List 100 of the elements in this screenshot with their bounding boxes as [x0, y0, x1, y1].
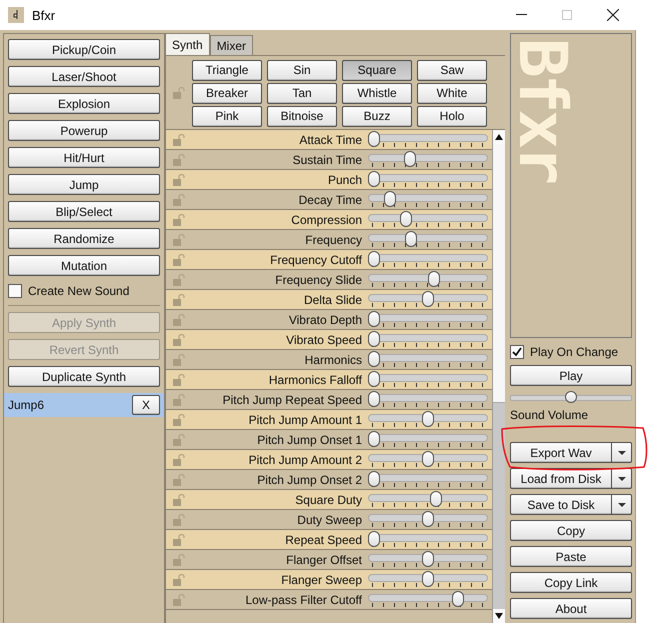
slider-thumb[interactable]: [422, 570, 434, 586]
slider[interactable]: [368, 170, 488, 188]
waveform-button[interactable]: Breaker: [192, 82, 262, 104]
slider[interactable]: [368, 510, 488, 528]
tab[interactable]: Synth: [165, 33, 210, 55]
slider-thumb[interactable]: [368, 390, 380, 406]
slider-thumb[interactable]: [422, 550, 434, 566]
waveform-button[interactable]: Tan: [267, 82, 337, 104]
slider[interactable]: [368, 590, 488, 608]
waveform-button[interactable]: Triangle: [192, 60, 262, 80]
waveform-button[interactable]: Sin: [267, 60, 337, 80]
slider[interactable]: [368, 410, 488, 428]
scroll-down-icon[interactable]: [495, 613, 504, 619]
action-button[interactable]: About: [510, 598, 632, 619]
slider-thumb[interactable]: [430, 490, 442, 506]
slider-thumb[interactable]: [368, 430, 380, 446]
action-button[interactable]: Load from Disk: [510, 468, 612, 489]
caret-icon: [618, 476, 626, 480]
slider-thumb[interactable]: [565, 391, 577, 403]
slider-thumb[interactable]: [452, 590, 464, 606]
generator-button[interactable]: Jump: [8, 174, 160, 195]
waveform-button[interactable]: Holo: [417, 106, 487, 126]
action-button[interactable]: Export Wav: [510, 442, 612, 463]
slider-thumb[interactable]: [368, 530, 380, 546]
generator-button[interactable]: Randomize: [8, 228, 160, 249]
slider[interactable]: [368, 210, 488, 228]
waveform-button[interactable]: Square: [342, 60, 412, 80]
synth-button[interactable]: Duplicate Synth: [8, 366, 160, 387]
generator-button[interactable]: Blip/Select: [8, 201, 160, 222]
slider-thumb[interactable]: [368, 330, 380, 346]
waveform-button[interactable]: Pink: [192, 106, 262, 126]
checkbox[interactable]: [510, 344, 524, 358]
slider[interactable]: [368, 250, 488, 268]
slider-thumb[interactable]: [428, 270, 440, 286]
slider[interactable]: [368, 390, 488, 408]
slider-thumb[interactable]: [404, 230, 417, 246]
waveform-button[interactable]: Whistle: [342, 82, 412, 104]
volume-slider[interactable]: [510, 391, 632, 403]
slider-thumb[interactable]: [368, 470, 380, 486]
slider[interactable]: [368, 190, 488, 208]
waveform-button[interactable]: White: [417, 82, 487, 104]
slider[interactable]: [368, 450, 488, 468]
slider[interactable]: [368, 430, 488, 448]
slider-thumb[interactable]: [404, 150, 416, 166]
sound-list-item[interactable]: Jump6 X: [4, 393, 164, 417]
generator-button[interactable]: Pickup/Coin: [8, 39, 160, 60]
slider[interactable]: [368, 490, 488, 508]
slider-thumb[interactable]: [422, 510, 434, 526]
dropdown-button[interactable]: [612, 494, 632, 515]
slider-thumb[interactable]: [368, 170, 380, 186]
parameter-label: Pitch Jump Repeat Speed: [222, 392, 362, 406]
slider[interactable]: [368, 230, 488, 248]
slider[interactable]: [368, 350, 488, 368]
action-button[interactable]: Save to Disk: [510, 494, 612, 515]
waveform-button[interactable]: Saw: [417, 60, 487, 80]
parameter-label: Vibrato Speed: [285, 332, 362, 346]
slider[interactable]: [368, 570, 488, 588]
dropdown-button[interactable]: [612, 442, 632, 463]
slider-thumb[interactable]: [368, 130, 380, 146]
delete-button[interactable]: X: [132, 395, 160, 415]
slider[interactable]: [368, 290, 488, 308]
checkbox[interactable]: [8, 284, 22, 298]
action-button[interactable]: Copy: [510, 520, 632, 541]
slider[interactable]: [368, 370, 488, 388]
slider-thumb[interactable]: [368, 370, 380, 386]
slider-thumb[interactable]: [384, 190, 396, 206]
slider-thumb[interactable]: [368, 350, 380, 366]
waveform-button[interactable]: Buzz: [342, 106, 412, 126]
slider-thumb[interactable]: [422, 290, 434, 306]
tab[interactable]: Mixer: [210, 35, 254, 55]
generator-button[interactable]: Hit/Hurt: [8, 147, 160, 168]
scrollbar[interactable]: [492, 130, 505, 623]
slider[interactable]: [368, 270, 488, 288]
play-button[interactable]: Play: [510, 365, 632, 386]
slider[interactable]: [368, 130, 488, 148]
slider-thumb[interactable]: [422, 450, 434, 466]
action-button[interactable]: Copy Link: [510, 572, 632, 593]
generator-button[interactable]: Powerup: [8, 120, 160, 141]
parameter-label: Harmonics: [304, 352, 362, 366]
slider[interactable]: [368, 310, 488, 328]
scroll-up-icon[interactable]: [495, 134, 504, 140]
slider[interactable]: [368, 470, 488, 488]
minimize-icon[interactable]: [516, 14, 526, 16]
slider[interactable]: [368, 530, 488, 548]
generator-button[interactable]: Mutation: [8, 255, 160, 276]
dropdown-button[interactable]: [612, 468, 632, 489]
slider[interactable]: [368, 150, 488, 168]
slider[interactable]: [368, 550, 488, 568]
close-icon[interactable]: [607, 9, 619, 21]
slider-thumb[interactable]: [422, 410, 434, 426]
generator-button[interactable]: Explosion: [8, 93, 160, 114]
slider[interactable]: [368, 330, 488, 348]
slider-thumb[interactable]: [368, 310, 380, 326]
generator-button[interactable]: Laser/Shoot: [8, 66, 160, 87]
action-button[interactable]: Paste: [510, 546, 632, 567]
parameter-label: Pitch Jump Amount 1: [248, 412, 362, 426]
parameter-label: Frequency: [304, 232, 362, 246]
slider-thumb[interactable]: [368, 250, 380, 266]
waveform-button[interactable]: Bitnoise: [267, 106, 337, 126]
slider-thumb[interactable]: [400, 210, 412, 226]
